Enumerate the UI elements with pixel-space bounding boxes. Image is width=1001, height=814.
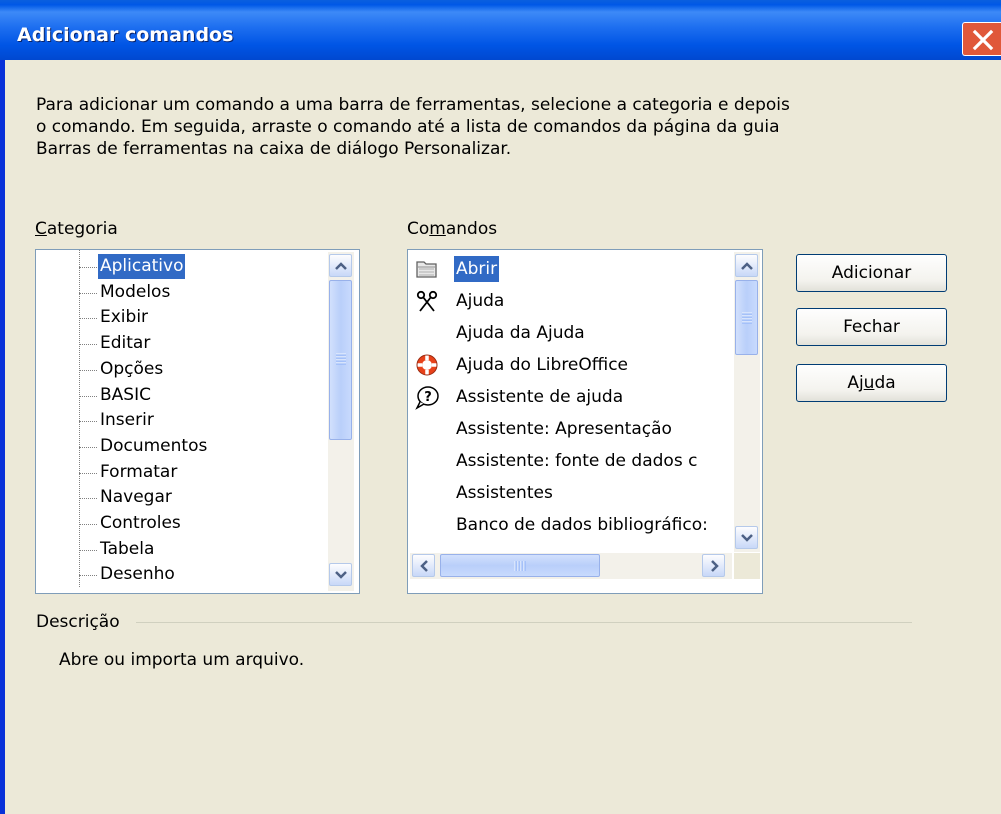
chevron-up-icon: [741, 262, 753, 270]
tree-connector: [79, 421, 97, 423]
scroll-up-button[interactable]: [735, 254, 758, 277]
description-label: Descrição: [36, 612, 120, 632]
chevron-up-icon: [335, 262, 347, 270]
tree-connector: [79, 575, 97, 577]
tree-connector: [79, 446, 97, 448]
chevron-left-icon: [420, 560, 428, 572]
scissors-icon: [414, 288, 440, 314]
scroll-left-button[interactable]: [412, 554, 435, 577]
lifebuoy-icon: [414, 352, 440, 378]
close-icon: [972, 29, 994, 51]
scroll-thumb[interactable]: [440, 554, 600, 577]
scroll-right-button[interactable]: [702, 554, 725, 577]
category-item[interactable]: BASIC: [98, 383, 153, 408]
window-title: Adicionar comandos: [17, 24, 234, 46]
tree-connector: [79, 498, 97, 500]
tree-connector: [79, 524, 97, 525]
description-text: Abre ou importa um arquivo.: [59, 650, 305, 670]
description-divider: [136, 622, 912, 623]
scroll-corner: [734, 553, 760, 579]
commands-vscrollbar[interactable]: [734, 252, 760, 552]
tree-connector: [79, 318, 97, 320]
tree-connector: [79, 369, 97, 371]
close-dialog-button[interactable]: Fechar: [796, 308, 947, 346]
category-label: Categoria: [35, 219, 118, 239]
tree-connector: [79, 344, 97, 346]
category-item[interactable]: Aplicativo: [98, 254, 186, 279]
category-item[interactable]: Navegar: [98, 485, 174, 510]
title-bar[interactable]: Adicionar comandos: [0, 0, 1001, 60]
commands-hscrollbar[interactable]: [410, 553, 732, 579]
scroll-thumb[interactable]: [329, 280, 352, 440]
svg-text:?: ?: [424, 390, 432, 405]
help-button[interactable]: Ajuda: [796, 364, 947, 402]
command-item[interactable]: Assistente de ajuda: [454, 384, 625, 410]
add-button[interactable]: Adicionar: [796, 254, 947, 292]
command-item[interactable]: Banco de dados bibliográfico:: [454, 512, 710, 538]
category-item[interactable]: Documentos: [98, 434, 209, 459]
tree-connector: [79, 549, 97, 551]
category-item[interactable]: Tabela: [98, 537, 156, 562]
category-item[interactable]: Modelos: [98, 280, 172, 305]
tree-connector: [79, 395, 97, 397]
category-vscrollbar[interactable]: [328, 252, 354, 591]
category-item[interactable]: Opções: [98, 357, 165, 382]
category-list[interactable]: Aplicativo Modelos Exibir Editar Opções BASIC…: [35, 249, 360, 594]
category-item[interactable]: Formatar: [98, 460, 179, 485]
tree-connector: [79, 472, 97, 474]
tree-connector: [79, 267, 97, 268]
scroll-thumb[interactable]: [735, 280, 758, 355]
chevron-down-icon: [335, 571, 347, 579]
question-balloon-icon: ?: [414, 384, 440, 410]
chevron-right-icon: [711, 560, 719, 572]
category-item[interactable]: Desenho: [98, 562, 177, 587]
scroll-down-button[interactable]: [329, 563, 352, 586]
command-item[interactable]: Ajuda do LibreOffice: [454, 352, 630, 378]
command-item[interactable]: Assistente: Apresentação: [454, 416, 674, 442]
commands-label: Comandos: [407, 219, 498, 239]
category-item[interactable]: Exibir: [98, 305, 150, 330]
tree-connector: [79, 292, 97, 294]
command-item[interactable]: Ajuda da Ajuda: [454, 320, 587, 346]
command-item[interactable]: Ajuda: [454, 288, 506, 314]
command-item[interactable]: Assistentes: [454, 480, 555, 506]
intro-text: Para adicionar um comando a uma barra de…: [36, 95, 790, 159]
command-item[interactable]: Assistente: fonte de dados c: [454, 448, 699, 474]
tree-connector: [79, 250, 80, 587]
close-button[interactable]: [962, 22, 1001, 56]
scroll-down-button[interactable]: [735, 526, 758, 549]
category-item[interactable]: Editar: [98, 331, 152, 356]
window-left-border: [0, 60, 5, 814]
command-item[interactable]: Abrir: [454, 256, 500, 282]
folder-open-icon: [414, 256, 440, 282]
scroll-up-button[interactable]: [329, 254, 352, 277]
category-item[interactable]: Inserir: [98, 408, 156, 433]
commands-list[interactable]: Abrir Ajuda Ajuda da Ajuda Ajuda do LibreOf…: [407, 249, 763, 594]
category-item[interactable]: Controles: [98, 511, 183, 536]
chevron-down-icon: [741, 534, 753, 542]
